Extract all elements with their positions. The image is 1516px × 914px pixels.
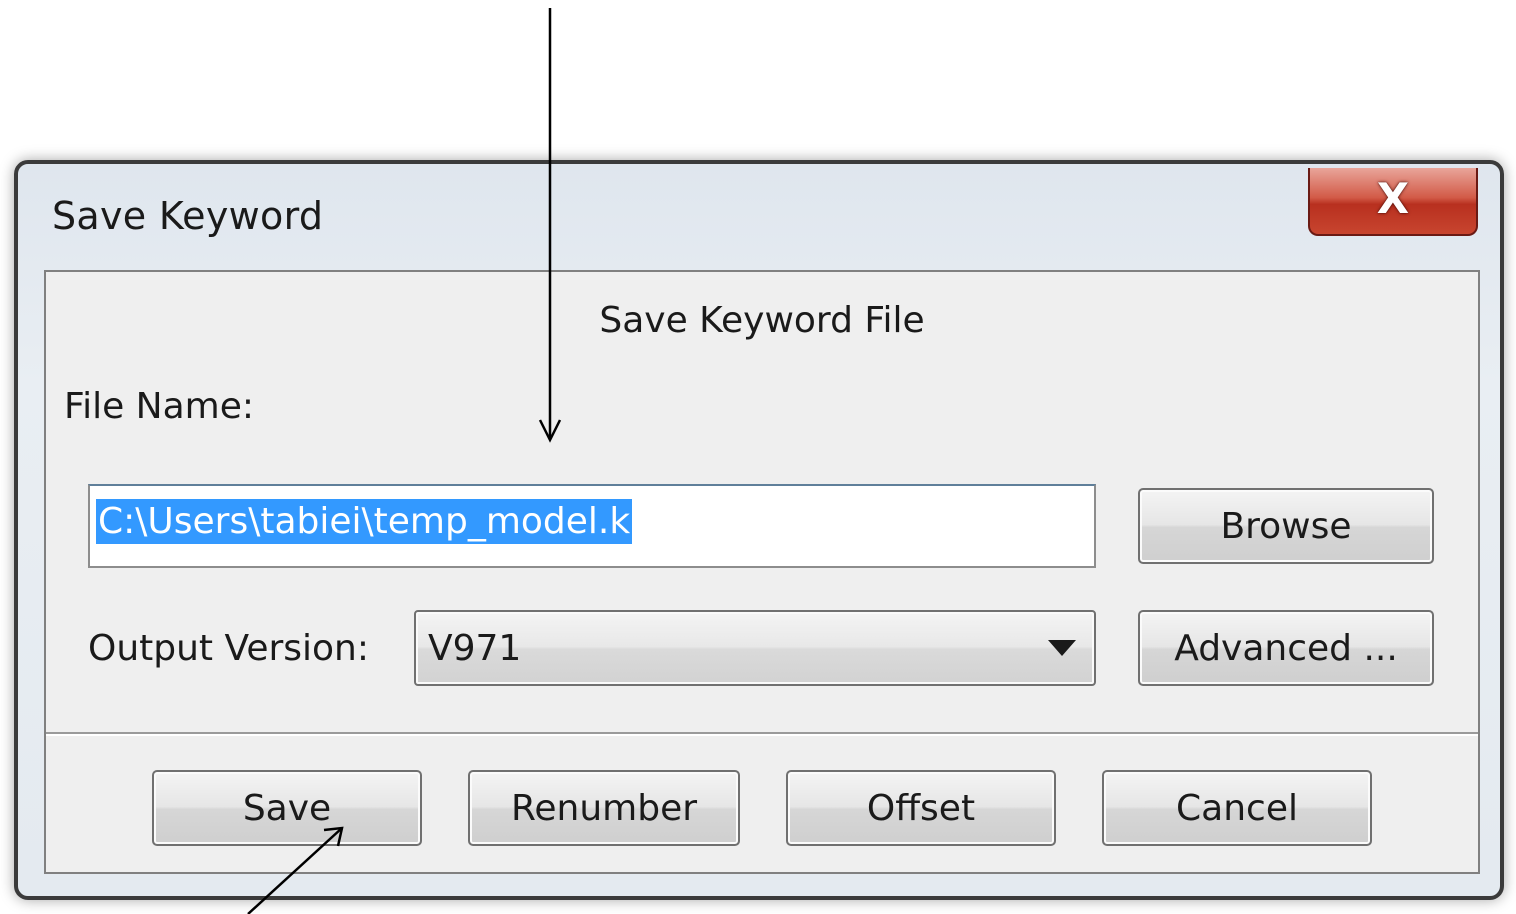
offset-button[interactable]: Offset (786, 770, 1056, 846)
file-name-label: File Name: (64, 386, 255, 427)
close-button[interactable]: X (1308, 168, 1478, 236)
advanced-button[interactable]: Advanced ... (1138, 610, 1434, 686)
renumber-button[interactable]: Renumber (468, 770, 740, 846)
window-title: Save Keyword (52, 194, 324, 238)
offset-button-label: Offset (866, 787, 976, 829)
group-title: Save Keyword File (599, 300, 925, 341)
cancel-button[interactable]: Cancel (1102, 770, 1372, 846)
renumber-button-label: Renumber (510, 787, 698, 829)
output-version-label: Output Version: (88, 628, 370, 669)
output-version-value: V971 (428, 628, 522, 669)
save-keyword-dialog: Save Keyword X Save Keyword File File Na… (14, 160, 1504, 900)
advanced-button-label: Advanced ... (1174, 627, 1398, 669)
cancel-button-label: Cancel (1176, 787, 1298, 829)
save-button-label: Save (242, 787, 332, 829)
browse-button[interactable]: Browse (1138, 488, 1434, 564)
footer-separator (46, 732, 1478, 736)
output-version-select[interactable]: V971 (414, 610, 1096, 686)
save-button[interactable]: Save (152, 770, 422, 846)
close-icon: X (1376, 173, 1410, 223)
dialog-client-area: Save Keyword File File Name: C:\Users\ta… (44, 270, 1480, 874)
file-name-input[interactable]: C:\Users\tabiei\temp_model.k (88, 484, 1096, 568)
dropdown-arrow-icon (1048, 640, 1076, 656)
browse-button-label: Browse (1220, 505, 1352, 547)
file-name-value: C:\Users\tabiei\temp_model.k (96, 499, 633, 544)
screenshot-canvas: Save Keyword X Save Keyword File File Na… (0, 0, 1516, 914)
